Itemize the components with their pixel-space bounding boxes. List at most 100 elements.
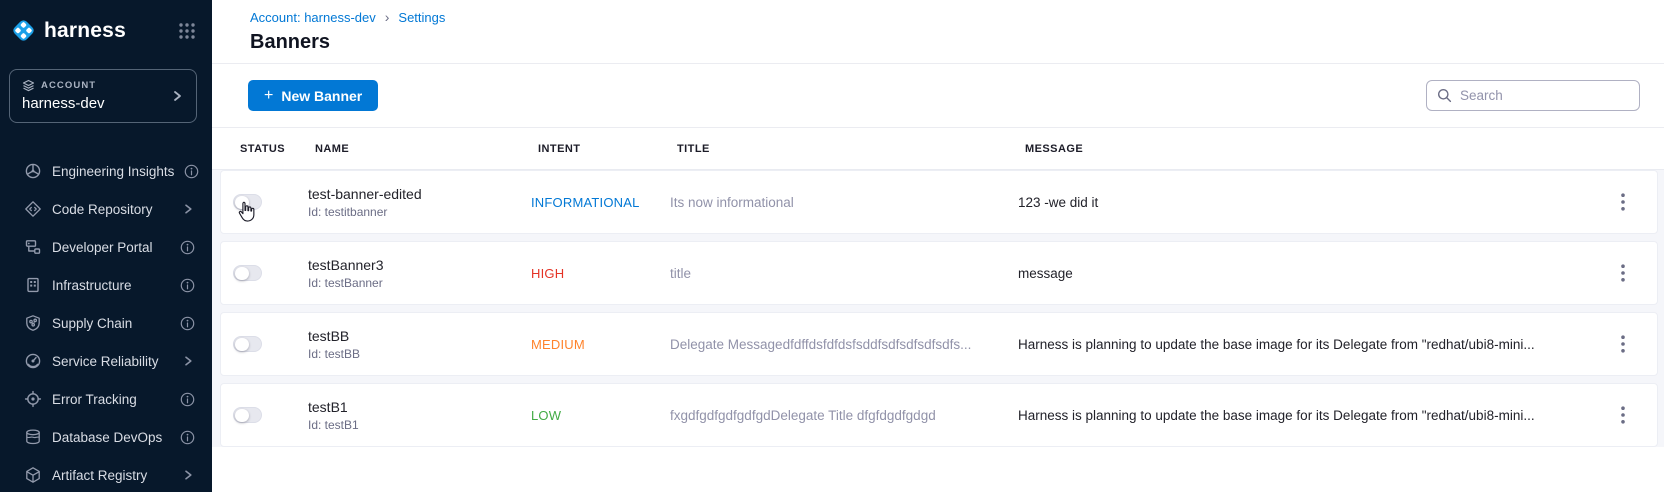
banner-name: test-banner-edited xyxy=(308,186,531,202)
chevron-right-icon xyxy=(170,89,184,103)
nav-label: Code Repository xyxy=(52,202,153,217)
database-devops-icon xyxy=(24,428,42,446)
nav-label: Developer Portal xyxy=(52,240,153,255)
sidebar-item-service-reliability[interactable]: Service Reliability xyxy=(0,342,212,380)
module-grid-icon[interactable] xyxy=(178,22,196,40)
kebab-icon xyxy=(1621,193,1625,211)
app-root: harness ACCOUNT xyxy=(0,0,1664,492)
banner-message: message xyxy=(1018,266,1599,281)
table-footer-space xyxy=(212,447,1664,492)
toolbar: + New Banner xyxy=(212,64,1664,128)
banner-message: Harness is planning to update the base i… xyxy=(1018,408,1599,423)
intent-label: MEDIUM xyxy=(531,337,670,352)
status-toggle[interactable] xyxy=(233,407,262,423)
nav-label: Engineering Insights xyxy=(52,164,174,179)
sidebar-header: harness xyxy=(0,0,212,44)
banner-id: Id: testB1 xyxy=(308,418,531,432)
info-icon[interactable] xyxy=(180,278,195,293)
banner-row[interactable]: testB1 Id: testB1 LOW fxgdfgdfgdfgdfgdDe… xyxy=(220,383,1658,447)
search-input[interactable] xyxy=(1460,88,1629,103)
page-header: Account: harness-dev › Settings Banners xyxy=(212,0,1664,64)
info-icon[interactable] xyxy=(180,430,195,445)
row-menu-button[interactable] xyxy=(1612,260,1634,286)
page-title: Banners xyxy=(250,31,1640,54)
sidebar-item-error-tracking[interactable]: Error Tracking xyxy=(0,380,212,418)
sidebar-nav: Engineering Insights Code Repository xyxy=(0,148,212,492)
infrastructure-icon xyxy=(24,276,42,294)
banner-row[interactable]: testBanner3 Id: testBanner HIGH title me… xyxy=(220,241,1658,305)
column-header-message: MESSAGE xyxy=(1025,143,1594,155)
developer-portal-icon xyxy=(24,238,42,256)
breadcrumb-settings-link[interactable]: Settings xyxy=(398,10,445,25)
status-toggle[interactable] xyxy=(233,194,262,210)
status-toggle[interactable] xyxy=(233,265,262,281)
new-banner-label: New Banner xyxy=(281,88,362,104)
logo-wordmark: harness xyxy=(44,19,126,43)
banner-title: Delegate Messagedfdffdsfdfdsfsddfsdfsdfs… xyxy=(670,337,1018,352)
chevron-right-icon xyxy=(181,354,195,368)
nav-label: Supply Chain xyxy=(52,316,132,331)
banner-name: testBanner3 xyxy=(308,257,531,273)
intent-label: INFORMATIONAL xyxy=(531,195,670,210)
chevron-right-icon xyxy=(181,202,195,216)
column-header-status: STATUS xyxy=(240,143,315,155)
artifact-registry-icon xyxy=(24,466,42,484)
column-header-name: NAME xyxy=(315,143,538,155)
service-reliability-icon xyxy=(24,352,42,370)
banner-message: 123 -we did it xyxy=(1018,195,1599,210)
intent-label: HIGH xyxy=(531,266,670,281)
chevron-right-icon xyxy=(181,468,195,482)
kebab-icon xyxy=(1621,264,1625,282)
banner-row[interactable]: test-banner-edited Id: testitbanner INFO… xyxy=(220,170,1658,234)
sidebar-item-supply-chain[interactable]: Supply Chain xyxy=(0,304,212,342)
account-selector[interactable]: ACCOUNT harness-dev xyxy=(9,69,197,123)
sidebar-item-infrastructure[interactable]: Infrastructure xyxy=(0,266,212,304)
nav-label: Error Tracking xyxy=(52,392,137,407)
search-box xyxy=(1426,80,1640,111)
breadcrumb: Account: harness-dev › Settings xyxy=(250,9,1640,25)
row-menu-button[interactable] xyxy=(1612,402,1634,428)
column-header-title: TITLE xyxy=(677,143,1025,155)
layers-icon xyxy=(22,79,35,92)
row-menu-button[interactable] xyxy=(1612,331,1634,357)
search-icon xyxy=(1437,88,1452,103)
account-label: ACCOUNT xyxy=(41,80,96,91)
banner-name: testB1 xyxy=(308,399,531,415)
nav-label: Database DevOps xyxy=(52,430,162,445)
kebab-icon xyxy=(1621,406,1625,424)
sidebar-item-engineering-insights[interactable]: Engineering Insights xyxy=(0,152,212,190)
nav-label: Service Reliability xyxy=(52,354,159,369)
table-header: STATUS NAME INTENT TITLE MESSAGE xyxy=(212,128,1664,170)
banner-title: Its now informational xyxy=(670,195,1018,210)
banner-id: Id: testBB xyxy=(308,347,531,361)
sidebar-item-developer-portal[interactable]: Developer Portal xyxy=(0,228,212,266)
sidebar-item-database-devops[interactable]: Database DevOps xyxy=(0,418,212,456)
info-icon[interactable] xyxy=(180,392,195,407)
banner-id: Id: testBanner xyxy=(308,276,531,290)
harness-logo-icon[interactable] xyxy=(10,17,37,44)
nav-label: Artifact Registry xyxy=(52,468,147,483)
nav-label: Infrastructure xyxy=(52,278,132,293)
breadcrumb-account-link[interactable]: Account: harness-dev xyxy=(250,10,376,25)
error-tracking-icon xyxy=(24,390,42,408)
banner-title: fxgdfgdfgdfgdfgdDelegate Title dfgfdgdfg… xyxy=(670,408,1018,423)
sidebar-item-artifact-registry[interactable]: Artifact Registry xyxy=(0,456,212,492)
new-banner-button[interactable]: + New Banner xyxy=(248,80,378,111)
code-repository-icon xyxy=(24,200,42,218)
plus-icon: + xyxy=(264,88,273,104)
info-icon[interactable] xyxy=(180,316,195,331)
banner-name: testBB xyxy=(308,328,531,344)
status-toggle[interactable] xyxy=(233,336,262,352)
breadcrumb-separator: › xyxy=(385,9,390,25)
banner-message: Harness is planning to update the base i… xyxy=(1018,337,1599,352)
engineering-insights-icon xyxy=(24,162,42,180)
row-menu-button[interactable] xyxy=(1612,189,1634,215)
sidebar-item-code-repository[interactable]: Code Repository xyxy=(0,190,212,228)
banner-row[interactable]: testBB Id: testBB MEDIUM Delegate Messag… xyxy=(220,312,1658,376)
main-content: Account: harness-dev › Settings Banners … xyxy=(212,0,1664,492)
kebab-icon xyxy=(1621,335,1625,353)
table-body: test-banner-edited Id: testitbanner INFO… xyxy=(212,170,1664,447)
info-icon[interactable] xyxy=(184,164,199,179)
info-icon[interactable] xyxy=(180,240,195,255)
intent-label: LOW xyxy=(531,408,670,423)
